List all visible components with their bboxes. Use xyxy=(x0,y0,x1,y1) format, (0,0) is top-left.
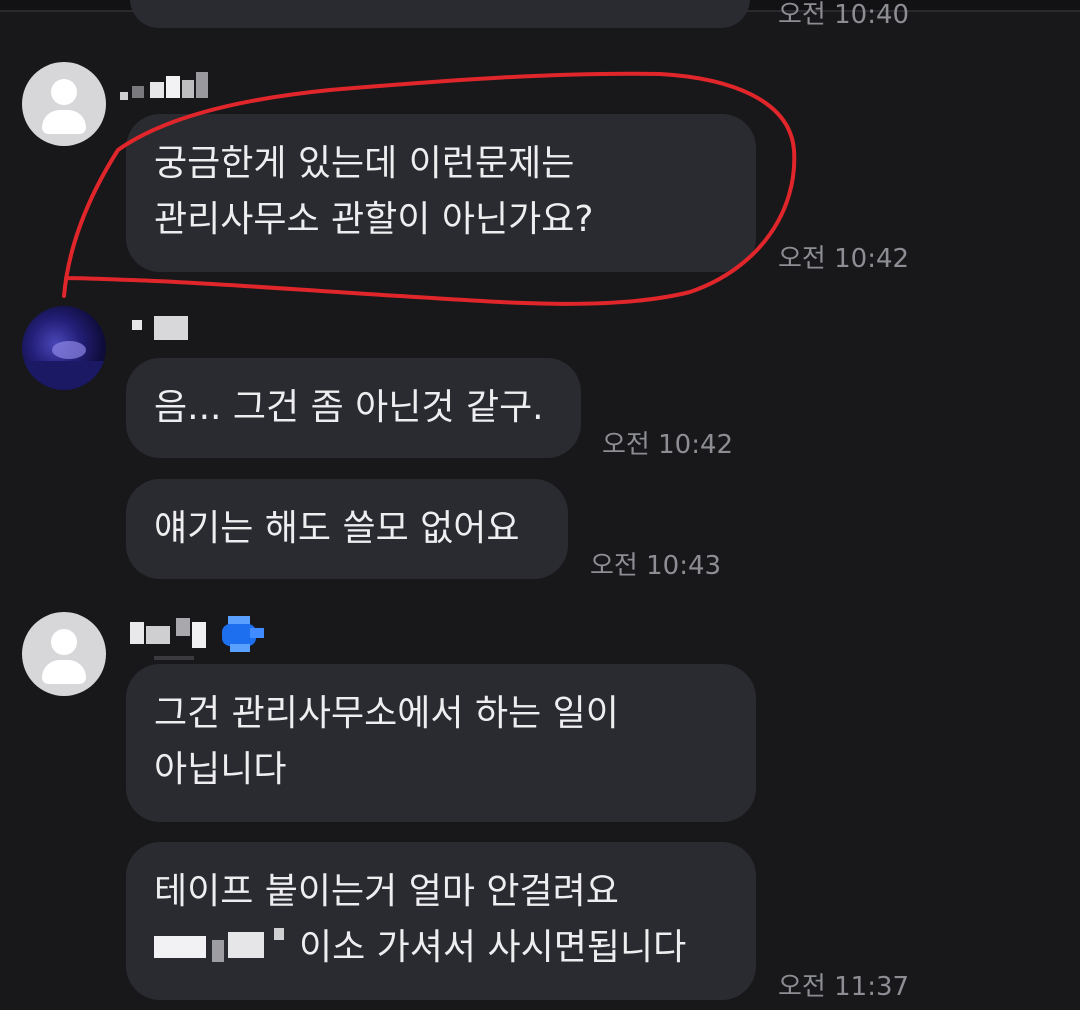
message-bubble-reply-2[interactable]: 얘기는 해도 쓸모 없어요 xyxy=(126,479,568,579)
message-time-reply-1: 오전 10:42 xyxy=(602,430,734,460)
message-bubble-previous[interactable] xyxy=(130,0,750,28)
sender-avatar-1[interactable] xyxy=(22,62,106,146)
sender-avatar-3[interactable] xyxy=(22,612,106,696)
message-time-reply-4: 오전 11:37 xyxy=(778,972,910,1002)
redacted-text xyxy=(154,928,299,972)
message-bubble-question[interactable]: 궁금한게 있는데 이런문제는 관리사무소 관할이 아닌가요? xyxy=(126,114,756,272)
verified-badge-icon xyxy=(222,616,266,654)
message-bubble-reply-1[interactable]: 음... 그건 좀 아닌것 같구. xyxy=(126,358,581,458)
message-time-question: 오전 10:42 xyxy=(778,244,910,274)
default-profile-icon xyxy=(51,79,77,105)
sender-name-2-redacted xyxy=(132,316,192,344)
sender-name-1-redacted xyxy=(120,72,212,102)
message-time-reply-2: 오전 10:43 xyxy=(590,551,722,581)
message-bubble-reply-4[interactable]: 테이프 붙이는거 얼마 안걸려요 이소 가셔서 사시면됩니다 xyxy=(126,842,756,1000)
profile-photo[interactable] xyxy=(22,306,106,390)
message-bubble-reply-3[interactable]: 그건 관리사무소에서 하는 일이 아닙니다 xyxy=(126,664,756,822)
default-profile-icon xyxy=(51,629,77,655)
message-time-previous: 오전 10:40 xyxy=(778,0,910,30)
